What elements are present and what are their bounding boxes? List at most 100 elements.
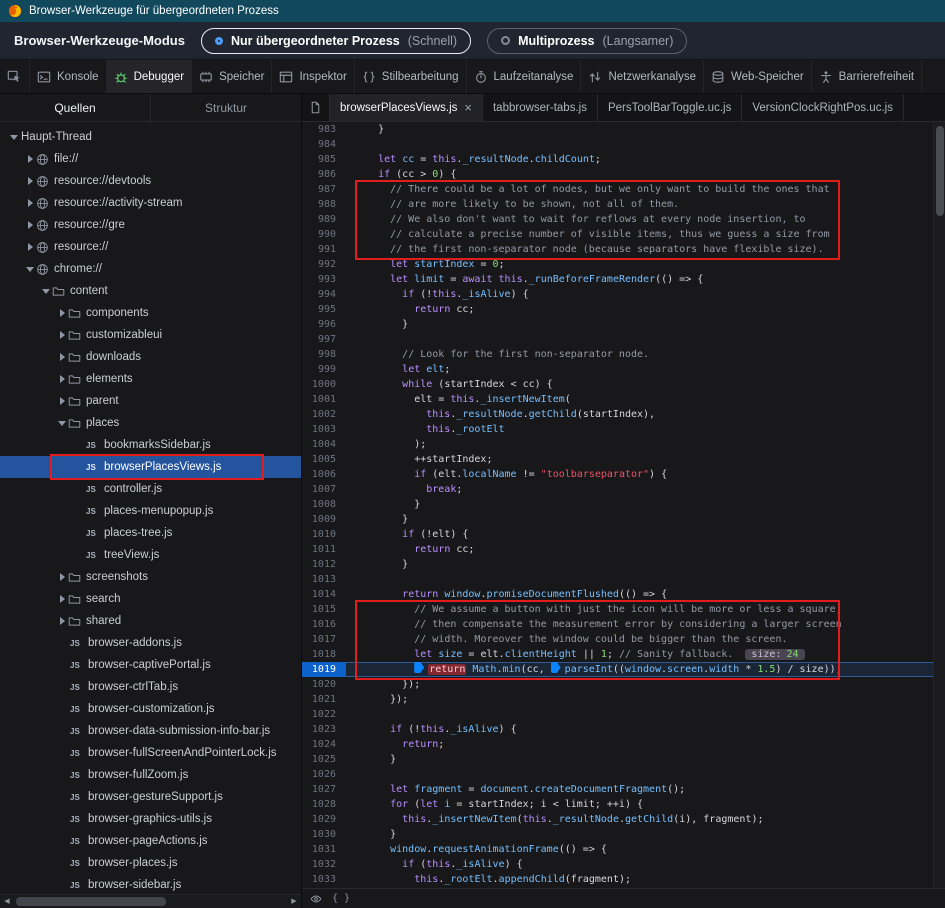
tree-item-elements[interactable]: elements [0, 368, 301, 390]
scrollbar-thumb[interactable] [936, 126, 944, 216]
line-number[interactable]: 986 [302, 167, 346, 182]
tree-item-content[interactable]: content [0, 280, 301, 302]
tree-item-browser-addons.js[interactable]: JSbrowser-addons.js [0, 632, 301, 654]
tree-item-browser-sidebar.js[interactable]: JSbrowser-sidebar.js [0, 874, 301, 894]
line-number[interactable]: 1012 [302, 557, 346, 572]
chevron-right-icon[interactable] [24, 221, 36, 229]
source-tab-PersToolBarToggle.uc.js[interactable]: PersToolBarToggle.uc.js [598, 94, 742, 121]
tree-item-browser-fullScreenAndPointerLock.js[interactable]: JSbrowser-fullScreenAndPointerLock.js [0, 742, 301, 764]
tab-debugger[interactable]: Debugger [107, 60, 193, 93]
line-number[interactable]: 1023 [302, 722, 346, 737]
tree-item-search[interactable]: search [0, 588, 301, 610]
line-number[interactable]: 1020 [302, 677, 346, 692]
chevron-right-icon[interactable] [24, 243, 36, 251]
line-number[interactable]: 1016 [302, 617, 346, 632]
chevron-right-icon[interactable] [24, 177, 36, 185]
chevron-right-icon[interactable] [56, 595, 68, 603]
line-number[interactable]: 1015 [302, 602, 346, 617]
line-number[interactable]: 994 [302, 287, 346, 302]
tab-speicher[interactable]: Speicher [192, 60, 272, 93]
line-number[interactable]: 1028 [302, 797, 346, 812]
tab-stilbearbeitung[interactable]: Stilbearbeitung [355, 60, 467, 93]
tree-item-browser-data-submission-info-bar.js[interactable]: JSbrowser-data-submission-info-bar.js [0, 720, 301, 742]
line-number[interactable]: 1033 [302, 872, 346, 887]
tree-item-chrome://[interactable]: chrome:// [0, 258, 301, 280]
tree-item-browser-fullZoom.js[interactable]: JSbrowser-fullZoom.js [0, 764, 301, 786]
tree-item-browser-ctrlTab.js[interactable]: JSbrowser-ctrlTab.js [0, 676, 301, 698]
line-number[interactable]: 1032 [302, 857, 346, 872]
line-number[interactable]: 1009 [302, 512, 346, 527]
line-number[interactable]: 1029 [302, 812, 346, 827]
line-number[interactable]: 997 [302, 332, 346, 347]
tree-item-controller.js[interactable]: JScontroller.js [0, 478, 301, 500]
mode-option-multiprocess[interactable]: Multiprozess (Langsamer) [487, 28, 687, 54]
chevron-right-icon[interactable] [56, 353, 68, 361]
tree-item-customizableui[interactable]: customizableui [0, 324, 301, 346]
tree-item-browser-places.js[interactable]: JSbrowser-places.js [0, 852, 301, 874]
line-number[interactable]: 998 [302, 347, 346, 362]
line-number[interactable]: 1030 [302, 827, 346, 842]
scrollbar-track[interactable] [14, 895, 287, 908]
line-number[interactable]: 1011 [302, 542, 346, 557]
line-number[interactable]: 1022 [302, 707, 346, 722]
pretty-source-icon[interactable] [302, 94, 330, 121]
chevron-right-icon[interactable] [56, 397, 68, 405]
line-number[interactable]: 983 [302, 122, 346, 137]
line-number[interactable]: 993 [302, 272, 346, 287]
line-number[interactable]: 984 [302, 137, 346, 152]
line-number[interactable]: 991 [302, 242, 346, 257]
tree-item-Haupt-Thread[interactable]: Haupt-Thread [0, 126, 301, 148]
line-number[interactable]: 996 [302, 317, 346, 332]
tree-item-shared[interactable]: shared [0, 610, 301, 632]
tree-item-places-tree.js[interactable]: JSplaces-tree.js [0, 522, 301, 544]
source-tab-browserPlacesViews.js[interactable]: browserPlacesViews.js× [330, 94, 483, 121]
line-number[interactable]: 999 [302, 362, 346, 377]
code-view[interactable]: 983 }984985 let cc = this._resultNode.ch… [302, 122, 933, 888]
line-number[interactable]: 1003 [302, 422, 346, 437]
close-icon[interactable]: × [464, 101, 472, 114]
tab-pick-element[interactable] [0, 60, 30, 93]
tab-quellen[interactable]: Quellen [0, 94, 151, 121]
chevron-down-icon[interactable] [40, 289, 52, 294]
blackbox-source-icon[interactable] [310, 893, 322, 905]
chevron-down-icon[interactable] [8, 135, 20, 140]
scroll-right-icon[interactable]: ▶ [287, 895, 301, 908]
tab-konsole[interactable]: Konsole [30, 60, 107, 93]
tree-item-resource://devtools[interactable]: resource://devtools [0, 170, 301, 192]
line-number[interactable]: 1014 [302, 587, 346, 602]
pretty-print-icon[interactable]: { } [332, 893, 350, 904]
line-number[interactable]: 985 [302, 152, 346, 167]
line-number[interactable]: 990 [302, 227, 346, 242]
line-number[interactable]: 1013 [302, 572, 346, 587]
line-number[interactable]: 987 [302, 182, 346, 197]
chevron-right-icon[interactable] [24, 155, 36, 163]
tab-inspektor[interactable]: Inspektor [272, 60, 354, 93]
line-number[interactable]: 1018 [302, 647, 346, 662]
tree-item-places-menupopup.js[interactable]: JSplaces-menupopup.js [0, 500, 301, 522]
line-number[interactable]: 1027 [302, 782, 346, 797]
line-number[interactable]: 1021 [302, 692, 346, 707]
tree-item-browser-captivePortal.js[interactable]: JSbrowser-captivePortal.js [0, 654, 301, 676]
chevron-down-icon[interactable] [56, 421, 68, 426]
chevron-right-icon[interactable] [24, 199, 36, 207]
sidebar-horizontal-scrollbar[interactable]: ◀ ▶ [0, 894, 301, 908]
line-number[interactable]: 1017 [302, 632, 346, 647]
tree-item-browser-customization.js[interactable]: JSbrowser-customization.js [0, 698, 301, 720]
source-tab-tabbrowser-tabs.js[interactable]: tabbrowser-tabs.js [483, 94, 598, 121]
tree-item-resource://gre[interactable]: resource://gre [0, 214, 301, 236]
line-number[interactable]: 1000 [302, 377, 346, 392]
line-number[interactable]: 992 [302, 257, 346, 272]
editor-vertical-scrollbar[interactable] [933, 122, 945, 888]
scroll-left-icon[interactable]: ◀ [0, 895, 14, 908]
line-number[interactable]: 1004 [302, 437, 346, 452]
tab-laufzeitanalyse[interactable]: Laufzeitanalyse [467, 60, 582, 93]
tree-item-bookmarksSidebar.js[interactable]: JSbookmarksSidebar.js [0, 434, 301, 456]
line-number[interactable]: 1002 [302, 407, 346, 422]
tree-item-resource://activity-stream[interactable]: resource://activity-stream [0, 192, 301, 214]
chevron-right-icon[interactable] [56, 331, 68, 339]
source-tab-VersionClockRightPos.uc.js[interactable]: VersionClockRightPos.uc.js [742, 94, 904, 121]
tree-item-browserPlacesViews.js[interactable]: JSbrowserPlacesViews.js [0, 456, 301, 478]
line-number[interactable]: 1010 [302, 527, 346, 542]
line-number[interactable]: 1005 [302, 452, 346, 467]
tree-item-browser-gestureSupport.js[interactable]: JSbrowser-gestureSupport.js [0, 786, 301, 808]
